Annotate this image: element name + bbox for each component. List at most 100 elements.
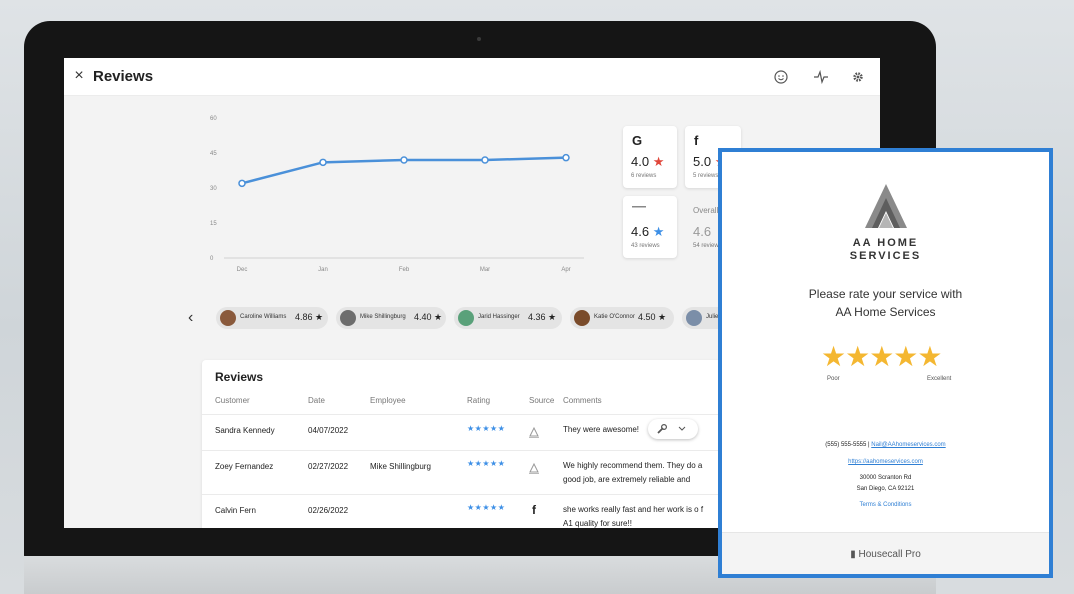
- x-tick-label: Dec: [237, 267, 248, 273]
- address-line-1: 30000 Scranton Rd: [859, 475, 912, 481]
- x-tick-label: Feb: [399, 267, 410, 273]
- row-divider: [202, 414, 762, 415]
- aa-logo-icon: [632, 206, 646, 208]
- employee-name: Jarid Hassinger: [478, 314, 520, 320]
- row-divider: [202, 494, 762, 495]
- prompt-line-1: Please rate your service with: [808, 287, 963, 301]
- x-tick-label: Jan: [318, 267, 328, 273]
- y-tick-label: 60: [210, 116, 217, 122]
- date-cell: 02/27/2022: [308, 462, 349, 471]
- employee-score: 4.36 ★: [528, 312, 557, 322]
- prompt-line-2: AA Home Services: [835, 305, 936, 319]
- google-icon: G: [632, 133, 643, 148]
- page-title: Reviews: [93, 68, 154, 85]
- google-source-card[interactable]: G 4.0 ★ 6 reviews: [623, 126, 677, 188]
- column-header[interactable]: Comments: [563, 396, 602, 405]
- close-icon[interactable]: ×: [72, 67, 86, 85]
- facebook-icon: f: [694, 133, 699, 148]
- y-tick-label: 15: [210, 221, 217, 227]
- employee-score: 4.86 ★: [295, 312, 324, 322]
- terms-line: Terms & Conditions: [722, 502, 1049, 508]
- date-cell: 02/26/2022: [308, 506, 349, 515]
- data-point[interactable]: [238, 179, 246, 188]
- top-bar: × Reviews: [64, 58, 880, 96]
- facebook-icon: f: [532, 503, 536, 517]
- rating-request-card: AA HOME SERVICES Please rate your servic…: [718, 148, 1053, 578]
- email-link[interactable]: Nail@AAhomeservices.com: [871, 442, 945, 448]
- data-point[interactable]: [400, 156, 408, 164]
- brand-line-2: SERVICES: [849, 250, 922, 262]
- overall-rating: 4.6: [693, 224, 712, 239]
- row-actions-menu[interactable]: [648, 419, 698, 439]
- customer-cell: Zoey Fernandez: [215, 462, 274, 471]
- aa-source-card[interactable]: 4.6 ★ 43 reviews: [623, 196, 677, 258]
- comment-cell: We highly recommend them. They do a good…: [563, 461, 703, 484]
- row-divider: [202, 450, 762, 451]
- footer-brand: Housecall Pro: [858, 549, 921, 560]
- rating-stars: ★★★★★: [467, 459, 506, 468]
- camera-dot: [477, 37, 481, 41]
- card-footer: ▮ Housecall Pro: [722, 532, 1049, 574]
- website-link[interactable]: https://aahomeservices.com: [848, 459, 923, 465]
- avatar: [220, 310, 236, 326]
- data-point[interactable]: [562, 153, 570, 162]
- data-point[interactable]: [481, 156, 489, 164]
- employee-score: 4.40 ★: [414, 312, 443, 322]
- gear-icon[interactable]: [849, 68, 867, 86]
- x-tick-label: Apr: [561, 267, 570, 273]
- star-rating-input[interactable]: ★★★★★: [821, 340, 943, 373]
- aa-logo-icon: [529, 426, 539, 438]
- customer-cell: Calvin Fern: [215, 506, 256, 515]
- reviews-table-title: Reviews: [215, 370, 264, 384]
- avatar: [686, 310, 702, 326]
- column-header[interactable]: Source: [529, 396, 554, 405]
- website-line: https://aahomeservices.com: [722, 459, 1049, 465]
- column-header[interactable]: Date: [308, 396, 325, 405]
- contact-line: (555) 555-5555 | Nail@AAhomeservices.com: [722, 442, 1049, 448]
- chevron-left-icon[interactable]: ‹: [188, 309, 193, 327]
- aa-logo-icon: [529, 462, 539, 474]
- column-header[interactable]: Employee: [370, 396, 406, 405]
- google-review-count: 6 reviews: [631, 173, 657, 179]
- aa-rating: 4.6 ★: [631, 224, 665, 239]
- chevron-down-icon: [678, 426, 686, 431]
- x-tick-label: Mar: [480, 267, 490, 273]
- date-cell: 04/07/2022: [308, 426, 349, 435]
- rating-prompt: Please rate your service with AA Home Se…: [722, 285, 1049, 321]
- customer-cell: Sandra Kennedy: [215, 426, 275, 435]
- google-rating: 4.0 ★: [631, 154, 665, 169]
- y-tick-label: 45: [210, 151, 217, 157]
- poor-label: Poor: [827, 376, 840, 382]
- employee-chip[interactable]: Caroline Williams 4.86 ★: [216, 307, 328, 329]
- employee-chip[interactable]: Mike Shillingburg 4.40 ★: [336, 307, 446, 329]
- brand-line-1: AA HOME: [852, 237, 919, 249]
- smiley-icon[interactable]: [772, 68, 790, 86]
- overall-title: Overall: [693, 206, 719, 215]
- column-header[interactable]: Customer: [215, 396, 250, 405]
- facebook-review-count: 5 reviews: [693, 173, 719, 179]
- wrench-icon: [657, 423, 668, 434]
- avatar: [340, 310, 356, 326]
- brand-name: AA HOME SERVICES: [722, 237, 1049, 263]
- employee-chip[interactable]: Jarid Hassinger 4.36 ★: [454, 307, 562, 329]
- employee-name: Julie: [706, 314, 719, 320]
- reviews-line-chart: 0 15 30 45 60 Dec Jan Feb Mar Apr: [210, 116, 584, 273]
- y-tick-label: 0: [210, 256, 214, 262]
- employee-name: Caroline Williams: [240, 314, 287, 320]
- rating-stars: ★★★★★: [467, 424, 506, 433]
- housecall-pro-logo: ▮ Housecall Pro: [850, 549, 921, 560]
- employee-name: Mike Shillingburg: [360, 314, 406, 320]
- phone-number: (555) 555-5555: [825, 442, 867, 448]
- activity-icon[interactable]: [812, 68, 830, 86]
- data-point[interactable]: [319, 158, 327, 167]
- excellent-label: Excellent: [927, 376, 952, 382]
- employee-score: 4.50 ★: [638, 312, 667, 322]
- terms-link[interactable]: Terms & Conditions: [859, 502, 911, 508]
- rating-stars: ★★★★★: [467, 503, 506, 512]
- avatar: [458, 310, 474, 326]
- address-line-2: San Diego, CA 92121: [856, 486, 915, 492]
- aa-review-count: 43 reviews: [631, 243, 660, 249]
- employee-chip[interactable]: Katie O'Connor 4.50 ★: [570, 307, 674, 329]
- column-header[interactable]: Rating: [467, 396, 490, 405]
- comment-cell: she works really fast and her work is o …: [563, 505, 704, 528]
